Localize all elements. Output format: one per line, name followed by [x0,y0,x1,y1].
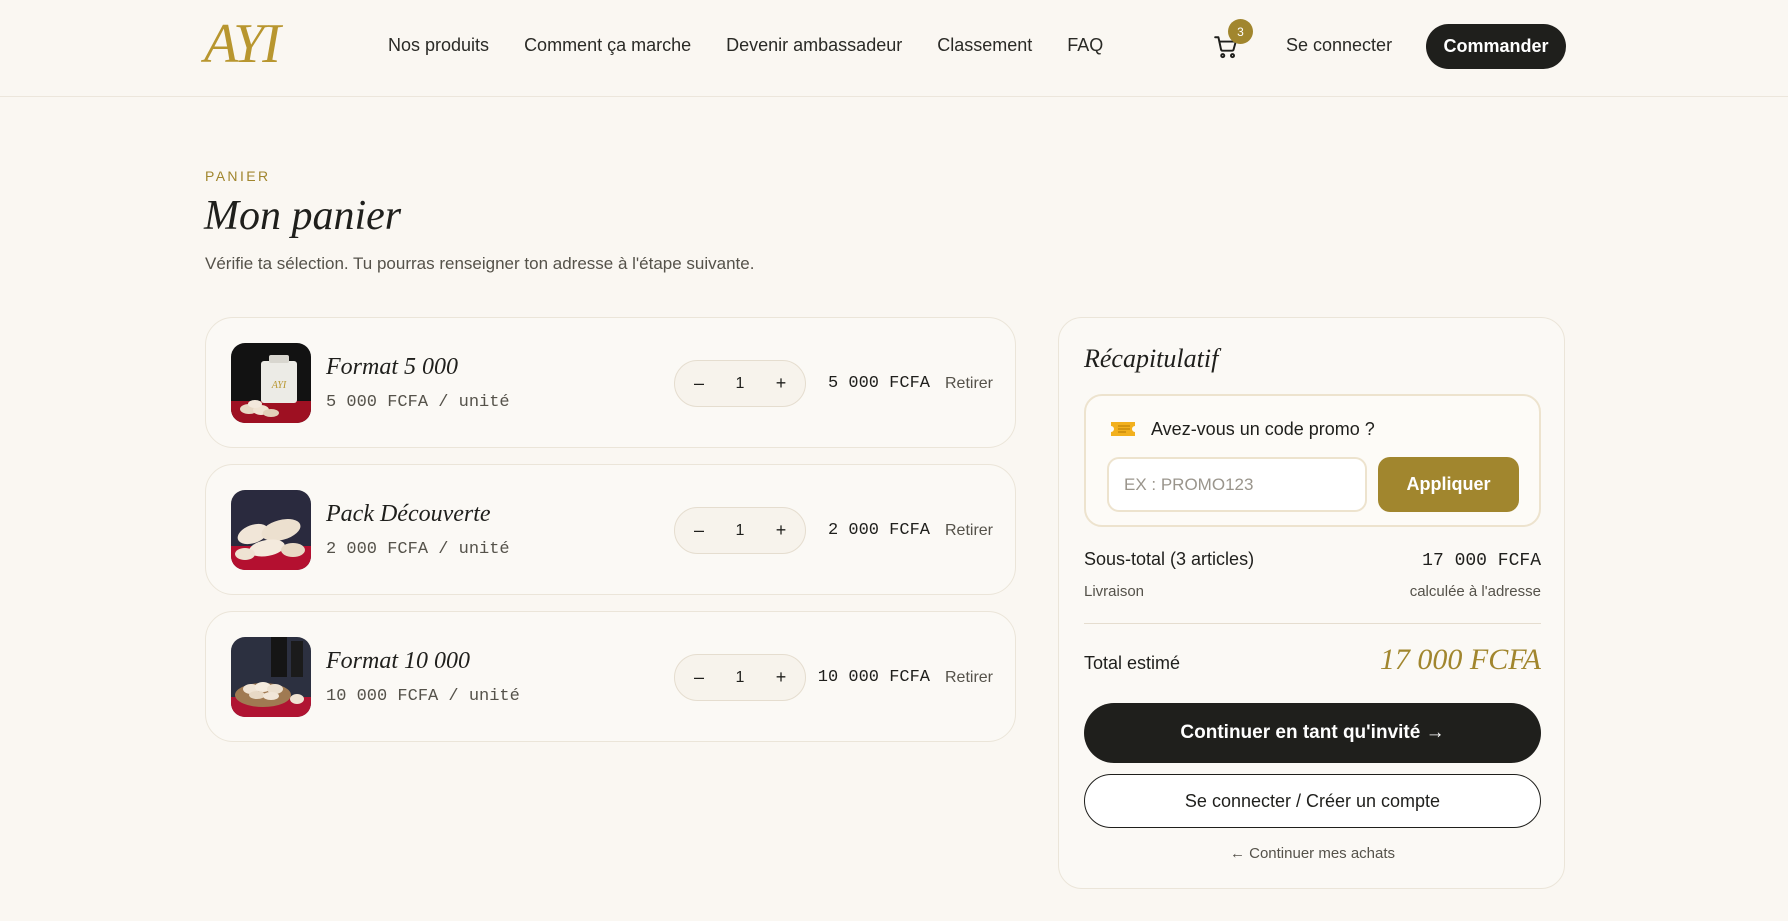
page-subtitle: Vérifie ta sélection. Tu pourras renseig… [205,254,755,273]
login-link[interactable]: Se connecter [1286,35,1392,56]
svg-text:AYI: AYI [271,380,287,391]
decrease-quantity-button[interactable]: – [687,373,711,394]
remove-item-button[interactable]: Retirer [945,522,993,540]
decrease-quantity-button[interactable]: – [687,667,711,688]
increase-quantity-button[interactable]: + [769,373,793,394]
remove-item-button[interactable]: Retirer [945,669,993,687]
product-total-price: 2 000 FCFA [827,521,930,540]
subtotal-row: Sous-total (3 articles) 17 000 FCFA [1084,549,1541,571]
quantity-value: 1 [735,668,745,686]
quantity-value: 1 [735,521,745,539]
nav-item-ranking[interactable]: Classement [937,35,1032,56]
promo-code-input[interactable] [1107,457,1367,512]
remove-item-button[interactable]: Retirer [945,375,993,393]
increase-quantity-button[interactable]: + [769,667,793,688]
product-unit-price: 5 000 FCFA / unité [326,393,510,412]
product-total-price: 10 000 FCFA [817,668,930,687]
product-image [231,490,311,570]
summary-title: Récapitulatif [1084,344,1219,373]
product-unit-price: 2 000 FCFA / unité [326,540,510,559]
total-row: Total estimé 17 000 FCFA [1084,643,1541,677]
promo-label: Avez-vous un code promo ? [1151,419,1375,439]
cart-count-badge: 3 [1228,19,1253,44]
delivery-row: Livraison calculée à l'adresse [1084,583,1541,600]
ticket-icon [1110,420,1136,438]
continue-as-guest-button[interactable]: Continuer en tant qu'invité → [1084,703,1541,763]
delivery-label: Livraison [1084,583,1145,600]
product-unit-price: 10 000 FCFA / unité [326,687,520,706]
logo[interactable]: AYI [204,14,281,74]
product-image: AYI [231,343,311,423]
nav-item-products[interactable]: Nos produits [388,35,489,56]
summary-divider [1084,623,1541,624]
product-total-price: 5 000 FCFA [827,374,930,393]
subtotal-value: 17 000 FCFA [1422,551,1541,571]
product-image [231,637,311,717]
total-label: Total estimé [1084,653,1181,673]
page-title: Mon panier [204,193,402,239]
nav-item-ambassador[interactable]: Devenir ambassadeur [726,35,902,56]
total-value: 17 000 FCFA [1379,643,1541,676]
nav-item-faq[interactable]: FAQ [1067,35,1103,56]
decrease-quantity-button[interactable]: – [687,520,711,541]
cart-item: AYI Format 5 000 5 000 FCFA / unité – 1 … [205,317,1016,448]
login-or-register-button[interactable]: Se connecter / Créer un compte [1084,774,1541,828]
delivery-value: calculée à l'adresse [1409,583,1541,600]
subtotal-label: Sous-total (3 articles) [1084,549,1255,569]
quantity-stepper: – 1 + [674,654,806,701]
product-name: Pack Découverte [326,501,491,527]
product-name: Format 10 000 [326,648,470,674]
quantity-stepper: – 1 + [674,507,806,554]
quantity-value: 1 [735,374,745,392]
nav-item-how-it-works[interactable]: Comment ça marche [524,35,691,56]
order-summary: Récapitulatif Avez-vous un code promo ? … [1058,317,1565,889]
increase-quantity-button[interactable]: + [769,520,793,541]
quantity-stepper: – 1 + [674,360,806,407]
site-header: AYI Nos produits Comment ça marche Deven… [0,0,1788,97]
main-nav: Nos produits Comment ça marche Devenir a… [388,35,1103,56]
order-button[interactable]: Commander [1426,24,1566,69]
cart-item: Format 10 000 10 000 FCFA / unité – 1 + … [205,611,1016,742]
product-name: Format 5 000 [326,354,458,380]
continue-shopping-link[interactable]: ← Continuer mes achats [1059,845,1566,862]
promo-code-box: Avez-vous un code promo ? Appliquer [1084,394,1541,527]
cart-item: Pack Découverte 2 000 FCFA / unité – 1 +… [205,464,1016,595]
page-eyebrow: PANIER [205,168,271,184]
apply-promo-button[interactable]: Appliquer [1378,457,1519,512]
